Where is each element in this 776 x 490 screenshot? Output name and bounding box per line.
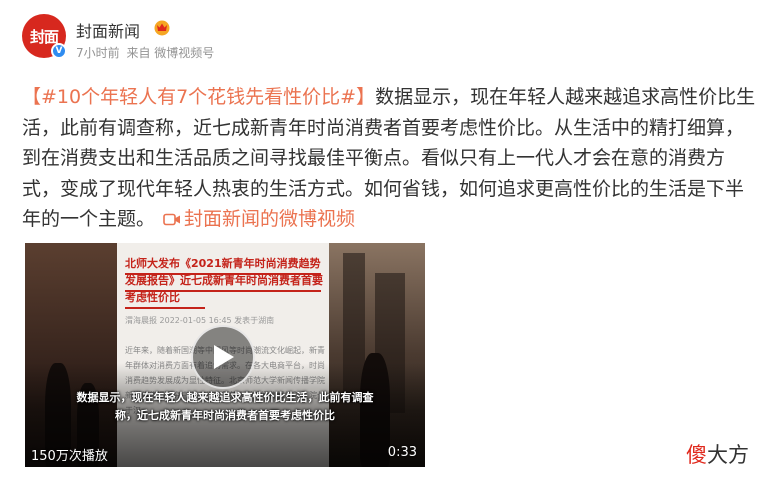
topic-hashtag[interactable]: 【#10个年轻人有7个花钱先看性价比#】 — [22, 86, 375, 108]
play-icon — [214, 345, 234, 369]
vip-crown-icon[interactable] — [152, 19, 172, 36]
play-button[interactable] — [191, 325, 255, 389]
weibo-post-card: 封面 V 封面新闻 7小时前 来自 微博视频号 【#10个年轻人有7个花钱先看性… — [0, 0, 776, 490]
video-duration: 0:33 — [387, 445, 417, 460]
verified-badge-icon: V — [51, 43, 67, 59]
post-meta: 7小时前 来自 微博视频号 — [76, 44, 217, 61]
video-camera-icon — [163, 213, 181, 226]
view-count: 150万次播放 — [31, 449, 108, 464]
video-link-label: 封面新闻的微博视频 — [184, 208, 356, 230]
watermark: 傻大方 — [686, 439, 749, 469]
headline-underline — [125, 273, 321, 275]
post-time[interactable]: 7小时前 — [76, 46, 120, 60]
video-player[interactable]: 北师大发布《2021新青年时尚消费趋势发展报告》近七成新青年时尚消费者首要考虑性… — [25, 243, 425, 467]
video-link[interactable]: 封面新闻的微博视频 — [155, 208, 355, 230]
headline-underline — [125, 290, 321, 292]
headline-underline — [125, 307, 205, 309]
video-subtitle: 数据显示，现在年轻人越来越追求高性价比生活，此前有调查称，近七成新青年时尚消费者… — [76, 391, 374, 422]
news-source: 渭海晨报 2022-01-05 16:45 发表于湖南 — [125, 316, 275, 325]
watermark-rest: 大方 — [707, 443, 749, 467]
watermark-first-char: 傻 — [686, 443, 707, 467]
username[interactable]: 封面新闻 — [76, 18, 140, 42]
post-source: 来自 微博视频号 — [126, 46, 215, 60]
news-headline: 北师大发布《2021新青年时尚消费趋势发展报告》近七成新青年时尚消费者首要考虑性… — [125, 257, 323, 304]
post-text: 【#10个年轻人有7个花钱先看性价比#】数据显示，现在年轻人越来越追求高性价比生… — [22, 82, 762, 235]
